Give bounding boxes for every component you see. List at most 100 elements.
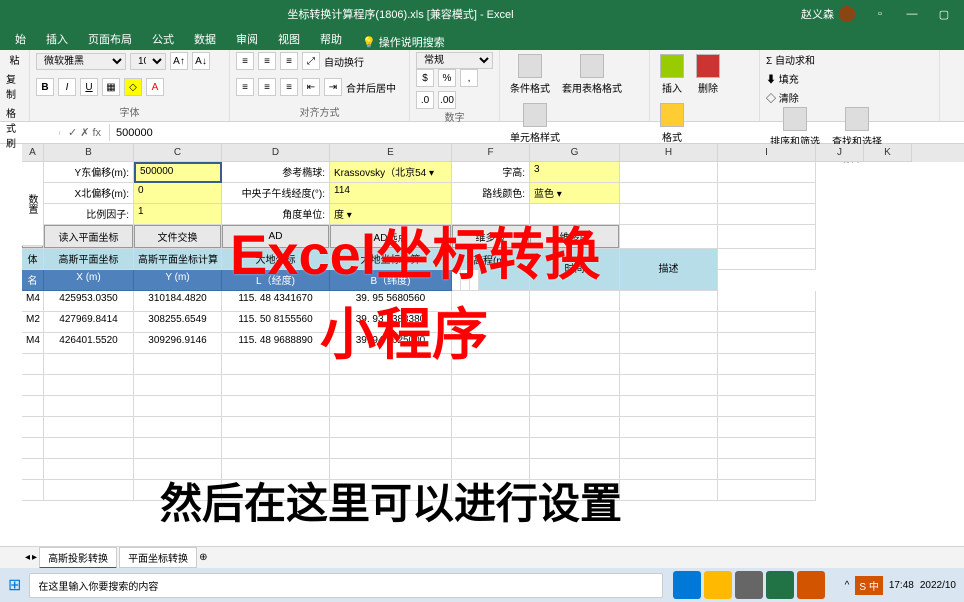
- tray-up-icon[interactable]: ^: [845, 580, 850, 591]
- angle-select[interactable]: 度 ▾: [330, 204, 452, 225]
- sidebar-label: 数置: [22, 162, 44, 246]
- ime-badge[interactable]: S 中: [855, 576, 882, 595]
- align-center-icon[interactable]: ≡: [258, 78, 276, 96]
- col-I[interactable]: I: [718, 144, 816, 162]
- col-J[interactable]: J: [816, 144, 864, 162]
- orientation-icon[interactable]: ⤢: [302, 52, 320, 70]
- font-color-icon[interactable]: A: [146, 78, 164, 96]
- meridian-value[interactable]: 114: [330, 183, 452, 204]
- scale-value[interactable]: 1: [134, 204, 222, 225]
- col-C[interactable]: C: [134, 144, 222, 162]
- windows-icon[interactable]: ⊞: [8, 575, 21, 595]
- tab-start[interactable]: 始: [5, 28, 36, 50]
- minimize-icon[interactable]: —: [897, 8, 927, 21]
- ribbon: 粘 复制 格式刷 微软雅黑 10 A↑ A↓ B I U ▦ ◇ A 字体 ≡ …: [0, 50, 964, 122]
- align-top-icon[interactable]: ≡: [236, 52, 254, 70]
- tab-review[interactable]: 审阅: [226, 28, 268, 50]
- name-box[interactable]: [0, 131, 60, 135]
- fx-icon[interactable]: ✓ ✗ fx: [60, 124, 110, 141]
- fill-button[interactable]: ⬇ 填充: [766, 71, 799, 86]
- formula-input[interactable]: 500000: [110, 125, 964, 141]
- sheet-add-icon[interactable]: ⊕: [199, 552, 207, 563]
- y-offset-value[interactable]: 500000: [134, 162, 222, 183]
- task-icon[interactable]: [797, 571, 825, 599]
- tab-layout[interactable]: 页面布局: [78, 28, 142, 50]
- border-icon[interactable]: ▦: [102, 78, 120, 96]
- dec-inc-icon[interactable]: .0: [416, 91, 434, 109]
- file-exchange-button[interactable]: 文件交换: [134, 225, 221, 248]
- conditional-format-button[interactable]: 条件格式: [506, 52, 554, 97]
- bold-icon[interactable]: B: [36, 78, 54, 96]
- col-A[interactable]: A: [22, 144, 44, 162]
- col-F[interactable]: F: [452, 144, 530, 162]
- table-format-button[interactable]: 套用表格格式: [558, 52, 626, 97]
- autosum-button[interactable]: Σ 自动求和: [766, 52, 815, 67]
- delete-cell-button[interactable]: 删除: [692, 52, 724, 97]
- sheet-tab-2[interactable]: 平面坐标转换: [119, 547, 197, 568]
- wrap-text-button[interactable]: 自动换行: [324, 54, 364, 69]
- decrease-font-icon[interactable]: A↓: [192, 52, 210, 70]
- align-bot-icon[interactable]: ≡: [280, 52, 298, 70]
- font-name-select[interactable]: 微软雅黑: [36, 53, 126, 70]
- col-K[interactable]: K: [864, 144, 912, 162]
- meridian-label: 中央子午线经度(°):: [222, 183, 330, 204]
- align-right-icon[interactable]: ≡: [280, 78, 298, 96]
- cad1-button[interactable]: AD: [222, 225, 329, 248]
- height-value[interactable]: 3: [530, 162, 620, 183]
- tab-insert[interactable]: 插入: [36, 28, 78, 50]
- merge-button[interactable]: 合并后居中: [346, 80, 396, 95]
- task-icon[interactable]: [735, 571, 763, 599]
- col-H[interactable]: H: [620, 144, 718, 162]
- col-E[interactable]: E: [330, 144, 452, 162]
- sheet-tab-1[interactable]: 高斯投影转换: [39, 547, 117, 569]
- cad2-button[interactable]: AD选点: [330, 225, 451, 248]
- col-D[interactable]: D: [222, 144, 330, 162]
- indent-inc-icon[interactable]: ⇥: [324, 78, 342, 96]
- italic-icon[interactable]: I: [58, 78, 76, 96]
- dec-dec-icon[interactable]: .00: [438, 91, 456, 109]
- copy-button[interactable]: 复制: [6, 71, 23, 101]
- task-icon[interactable]: [766, 571, 794, 599]
- underline-icon[interactable]: U: [80, 78, 98, 96]
- fill-color-icon[interactable]: ◇: [124, 78, 142, 96]
- ribbon-options-icon[interactable]: ▫: [865, 8, 895, 21]
- sheet-nav-prev-icon[interactable]: ◂: [25, 552, 30, 563]
- tell-me-search[interactable]: 💡 操作说明搜索: [362, 34, 445, 50]
- tab-formula[interactable]: 公式: [142, 28, 184, 50]
- hdr-l: L（经度): [222, 270, 330, 291]
- currency-icon[interactable]: $: [416, 69, 434, 87]
- clock[interactable]: 17:48: [889, 580, 914, 591]
- insert-cell-button[interactable]: 插入: [656, 52, 688, 97]
- multi1-button[interactable]: 维多段: [452, 225, 529, 248]
- align-mid-icon[interactable]: ≡: [258, 52, 276, 70]
- x-offset-value[interactable]: 0: [134, 183, 222, 204]
- hdr-earth-calc: 大地坐标计算: [330, 249, 452, 270]
- tab-help[interactable]: 帮助: [310, 28, 352, 50]
- comma-icon[interactable]: ,: [460, 69, 478, 87]
- color-select[interactable]: 蓝色 ▾: [530, 183, 620, 204]
- read-coords-button[interactable]: 读入平面坐标: [44, 225, 133, 248]
- date: 2022/10: [920, 580, 956, 591]
- align-left-icon[interactable]: ≡: [236, 78, 254, 96]
- paste-button[interactable]: 粘: [10, 52, 20, 67]
- ellipsoid-select[interactable]: Krassovsky（北京54 ▾: [330, 162, 452, 183]
- sheet-area: A B C D E F G H I J K 数置 Y东偏移(m): 500000…: [0, 144, 964, 546]
- col-G[interactable]: G: [530, 144, 620, 162]
- tab-view[interactable]: 视图: [268, 28, 310, 50]
- task-icon[interactable]: [673, 571, 701, 599]
- tab-data[interactable]: 数据: [184, 28, 226, 50]
- multi2-button[interactable]: 维多段: [530, 225, 619, 248]
- sheet-nav-next-icon[interactable]: ▸: [32, 552, 37, 563]
- clear-button[interactable]: ◇ 清除: [766, 90, 799, 105]
- font-size-select[interactable]: 10: [130, 53, 166, 70]
- indent-dec-icon[interactable]: ⇤: [302, 78, 320, 96]
- increase-font-icon[interactable]: A↑: [170, 52, 188, 70]
- percent-icon[interactable]: %: [438, 69, 456, 87]
- number-format-select[interactable]: 常规: [416, 52, 493, 69]
- maximize-icon[interactable]: ▢: [929, 8, 959, 21]
- task-icon[interactable]: [704, 571, 732, 599]
- taskbar-search[interactable]: 在这里输入你要搜索的内容: [29, 573, 662, 598]
- height-label: 字高:: [452, 162, 530, 183]
- user-area[interactable]: 赵义森: [801, 6, 855, 22]
- col-B[interactable]: B: [44, 144, 134, 162]
